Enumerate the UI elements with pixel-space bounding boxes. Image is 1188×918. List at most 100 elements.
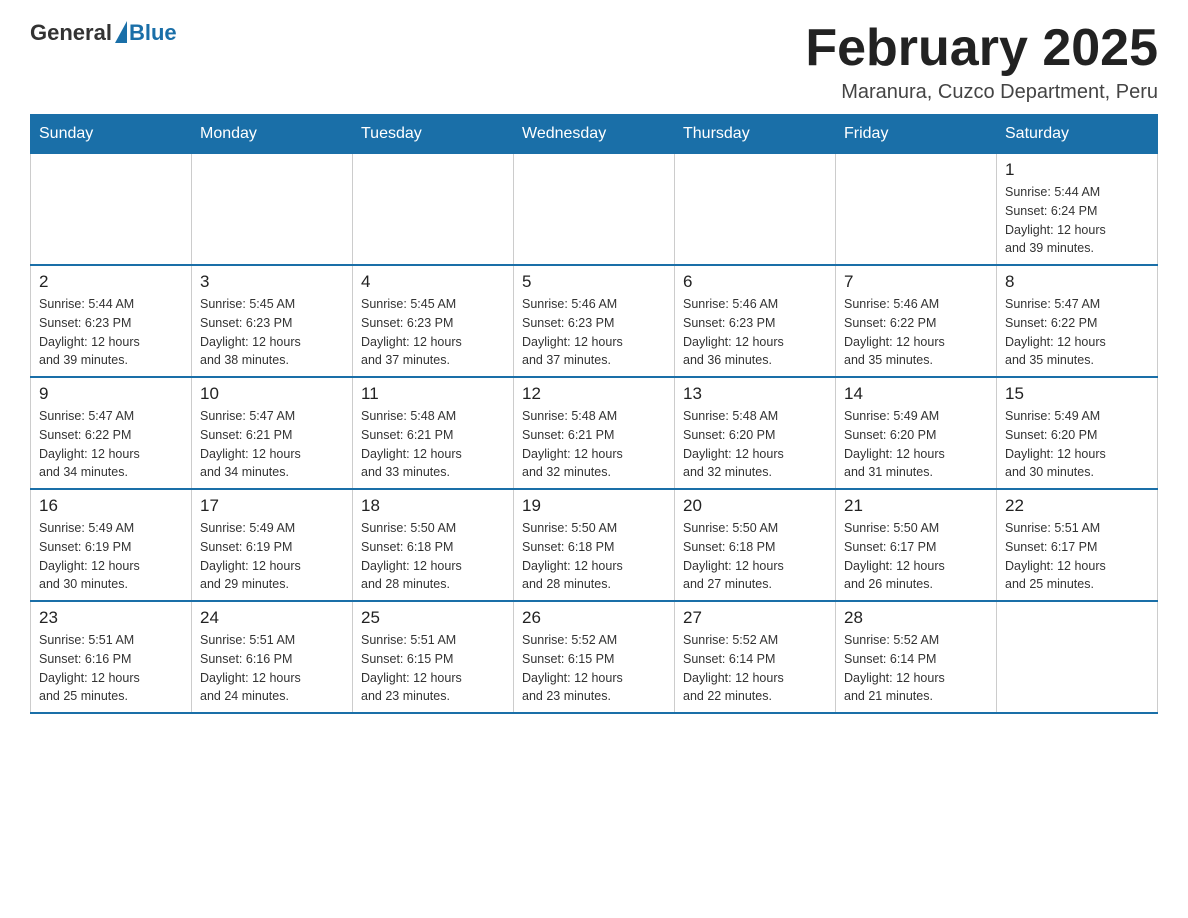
calendar-week-row: 2 Sunrise: 5:44 AMSunset: 6:23 PMDaylight… [31, 265, 1158, 377]
calendar-cell: 26 Sunrise: 5:52 AMSunset: 6:15 PMDayligh… [514, 601, 675, 713]
day-number: 25 [361, 608, 505, 628]
location-title: Maranura, Cuzco Department, Peru [805, 81, 1158, 104]
day-of-week-header: Sunday [31, 115, 192, 154]
calendar-cell [836, 154, 997, 266]
day-number: 18 [361, 496, 505, 516]
day-info: Sunrise: 5:47 AMSunset: 6:21 PMDaylight:… [200, 407, 344, 482]
calendar-week-row: 16 Sunrise: 5:49 AMSunset: 6:19 PMDayligh… [31, 489, 1158, 601]
day-info: Sunrise: 5:51 AMSunset: 6:17 PMDaylight:… [1005, 519, 1149, 594]
day-info: Sunrise: 5:50 AMSunset: 6:18 PMDaylight:… [683, 519, 827, 594]
day-info: Sunrise: 5:48 AMSunset: 6:20 PMDaylight:… [683, 407, 827, 482]
calendar-header: SundayMondayTuesdayWednesdayThursdayFrid… [31, 115, 1158, 154]
day-of-week-header: Friday [836, 115, 997, 154]
day-number: 11 [361, 384, 505, 404]
day-number: 6 [683, 272, 827, 292]
calendar-cell: 12Sunrise: 5:48 AMSunset: 6:21 PMDayligh… [514, 377, 675, 489]
calendar-cell [192, 154, 353, 266]
day-info: Sunrise: 5:47 AMSunset: 6:22 PMDaylight:… [39, 407, 183, 482]
day-number: 7 [844, 272, 988, 292]
day-number: 23 [39, 608, 183, 628]
day-number: 26 [522, 608, 666, 628]
logo-general-text: General [30, 20, 112, 46]
day-info: Sunrise: 5:50 AMSunset: 6:18 PMDaylight:… [361, 519, 505, 594]
day-number: 5 [522, 272, 666, 292]
title-section: February 2025 Maranura, Cuzco Department… [805, 20, 1158, 104]
day-number: 27 [683, 608, 827, 628]
day-number: 13 [683, 384, 827, 404]
logo: General Blue [30, 20, 177, 46]
day-info: Sunrise: 5:45 AMSunset: 6:23 PMDaylight:… [361, 295, 505, 370]
calendar-cell: 20 Sunrise: 5:50 AMSunset: 6:18 PMDayligh… [675, 489, 836, 601]
calendar-cell: 6 Sunrise: 5:46 AMSunset: 6:23 PMDaylight… [675, 265, 836, 377]
logo-blue-text: Blue [129, 20, 177, 46]
day-number: 9 [39, 384, 183, 404]
day-of-week-header: Tuesday [353, 115, 514, 154]
day-number: 2 [39, 272, 183, 292]
calendar-body: 1 Sunrise: 5:44 AMSunset: 6:24 PMDaylight… [31, 154, 1158, 714]
calendar-cell: 5 Sunrise: 5:46 AMSunset: 6:23 PMDaylight… [514, 265, 675, 377]
calendar-cell: 1 Sunrise: 5:44 AMSunset: 6:24 PMDaylight… [997, 154, 1158, 266]
calendar-cell: 18 Sunrise: 5:50 AMSunset: 6:18 PMDayligh… [353, 489, 514, 601]
day-info: Sunrise: 5:46 AMSunset: 6:23 PMDaylight:… [683, 295, 827, 370]
day-info: Sunrise: 5:49 AMSunset: 6:19 PMDaylight:… [39, 519, 183, 594]
calendar-cell [353, 154, 514, 266]
day-of-week-header: Saturday [997, 115, 1158, 154]
calendar-cell [514, 154, 675, 266]
day-info: Sunrise: 5:47 AMSunset: 6:22 PMDaylight:… [1005, 295, 1149, 370]
day-info: Sunrise: 5:50 AMSunset: 6:18 PMDaylight:… [522, 519, 666, 594]
day-info: Sunrise: 5:51 AMSunset: 6:16 PMDaylight:… [200, 631, 344, 706]
day-info: Sunrise: 5:51 AMSunset: 6:15 PMDaylight:… [361, 631, 505, 706]
day-number: 15 [1005, 384, 1149, 404]
calendar-cell: 27 Sunrise: 5:52 AMSunset: 6:14 PMDayligh… [675, 601, 836, 713]
day-number: 24 [200, 608, 344, 628]
day-number: 8 [1005, 272, 1149, 292]
calendar-table: SundayMondayTuesdayWednesdayThursdayFrid… [30, 114, 1158, 714]
day-number: 10 [200, 384, 344, 404]
calendar-week-row: 1 Sunrise: 5:44 AMSunset: 6:24 PMDaylight… [31, 154, 1158, 266]
day-info: Sunrise: 5:52 AMSunset: 6:15 PMDaylight:… [522, 631, 666, 706]
day-of-week-header: Wednesday [514, 115, 675, 154]
calendar-cell [675, 154, 836, 266]
day-info: Sunrise: 5:46 AMSunset: 6:23 PMDaylight:… [522, 295, 666, 370]
calendar-cell: 10 Sunrise: 5:47 AMSunset: 6:21 PMDayligh… [192, 377, 353, 489]
day-number: 16 [39, 496, 183, 516]
day-number: 17 [200, 496, 344, 516]
day-info: Sunrise: 5:44 AMSunset: 6:24 PMDaylight:… [1005, 183, 1149, 258]
day-info: Sunrise: 5:48 AMSunset: 6:21 PMDaylight:… [361, 407, 505, 482]
calendar-cell: 3 Sunrise: 5:45 AMSunset: 6:23 PMDaylight… [192, 265, 353, 377]
day-number: 22 [1005, 496, 1149, 516]
day-info: Sunrise: 5:44 AMSunset: 6:23 PMDaylight:… [39, 295, 183, 370]
calendar-cell: 7Sunrise: 5:46 AMSunset: 6:22 PMDaylight… [836, 265, 997, 377]
day-number: 1 [1005, 160, 1149, 180]
calendar-cell: 15 Sunrise: 5:49 AMSunset: 6:20 PMDayligh… [997, 377, 1158, 489]
calendar-cell: 23 Sunrise: 5:51 AMSunset: 6:16 PMDayligh… [31, 601, 192, 713]
day-number: 14 [844, 384, 988, 404]
day-info: Sunrise: 5:51 AMSunset: 6:16 PMDaylight:… [39, 631, 183, 706]
day-number: 20 [683, 496, 827, 516]
logo-triangle-icon [115, 21, 127, 43]
calendar-cell: 2 Sunrise: 5:44 AMSunset: 6:23 PMDaylight… [31, 265, 192, 377]
calendar-cell: 4Sunrise: 5:45 AMSunset: 6:23 PMDaylight… [353, 265, 514, 377]
calendar-cell: 9 Sunrise: 5:47 AMSunset: 6:22 PMDaylight… [31, 377, 192, 489]
day-number: 28 [844, 608, 988, 628]
day-number: 3 [200, 272, 344, 292]
calendar-cell: 21 Sunrise: 5:50 AMSunset: 6:17 PMDayligh… [836, 489, 997, 601]
calendar-cell: 11 Sunrise: 5:48 AMSunset: 6:21 PMDayligh… [353, 377, 514, 489]
calendar-cell: 13 Sunrise: 5:48 AMSunset: 6:20 PMDayligh… [675, 377, 836, 489]
day-number: 21 [844, 496, 988, 516]
day-info: Sunrise: 5:52 AMSunset: 6:14 PMDaylight:… [844, 631, 988, 706]
page-header: General Blue February 2025 Maranura, Cuz… [30, 20, 1158, 104]
calendar-week-row: 9 Sunrise: 5:47 AMSunset: 6:22 PMDaylight… [31, 377, 1158, 489]
day-info: Sunrise: 5:50 AMSunset: 6:17 PMDaylight:… [844, 519, 988, 594]
day-info: Sunrise: 5:45 AMSunset: 6:23 PMDaylight:… [200, 295, 344, 370]
day-info: Sunrise: 5:52 AMSunset: 6:14 PMDaylight:… [683, 631, 827, 706]
calendar-cell [31, 154, 192, 266]
day-info: Sunrise: 5:49 AMSunset: 6:20 PMDaylight:… [844, 407, 988, 482]
calendar-cell: 22 Sunrise: 5:51 AMSunset: 6:17 PMDayligh… [997, 489, 1158, 601]
days-of-week-row: SundayMondayTuesdayWednesdayThursdayFrid… [31, 115, 1158, 154]
day-number: 12 [522, 384, 666, 404]
calendar-cell: 28 Sunrise: 5:52 AMSunset: 6:14 PMDayligh… [836, 601, 997, 713]
day-info: Sunrise: 5:49 AMSunset: 6:20 PMDaylight:… [1005, 407, 1149, 482]
day-of-week-header: Thursday [675, 115, 836, 154]
calendar-cell: 17Sunrise: 5:49 AMSunset: 6:19 PMDayligh… [192, 489, 353, 601]
